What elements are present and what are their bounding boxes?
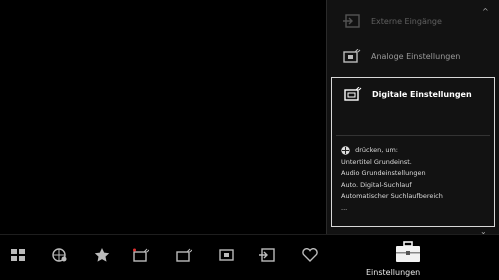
hint-row: drücken, um: (341, 145, 443, 157)
option-auto-scan: Auto. Digital-Suchlauf (341, 180, 412, 189)
menu-item-label: Externe Eingänge (371, 16, 442, 26)
option-scan-range: Automatischer Suchlaufbereich (341, 192, 443, 200)
globe-icon[interactable] (52, 248, 68, 262)
toolbox-icon[interactable] (395, 241, 421, 263)
menu-item-digital-settings[interactable]: Digitale Einstellungen drücken, um: Unte… (331, 77, 495, 227)
home-menu-bar (0, 236, 499, 280)
bottom-bar-divider (0, 234, 499, 235)
menu-item-label: Analoge Einstellungen (371, 51, 461, 61)
antenna-icon[interactable] (176, 248, 192, 262)
apps-icon[interactable] (10, 248, 26, 262)
input-icon (343, 14, 361, 28)
analog-tv-icon (343, 49, 361, 63)
screen-icon[interactable] (219, 248, 235, 262)
options-list: drücken, um: Untertitel Grundeinst. Audi… (341, 145, 443, 214)
divider (336, 135, 490, 136)
selected-category-label: Einstellungen (366, 268, 421, 277)
menu-item-external-inputs[interactable]: Externe Eingänge (327, 2, 499, 40)
options-button-icon (341, 145, 350, 155)
menu-item-label: Digitale Einstellungen (372, 89, 472, 99)
settings-menu-panel: ^ Externe Eingänge Analoge Einstellungen… (326, 0, 499, 234)
hint-text: drücken, um: (355, 146, 398, 154)
input-icon[interactable] (259, 248, 275, 262)
menu-item-analog-settings[interactable]: Analoge Einstellungen (327, 37, 499, 75)
digital-tv-icon (344, 87, 362, 101)
heart-icon[interactable] (302, 248, 318, 262)
star-icon[interactable] (94, 248, 110, 262)
option-audio: Audio Grundeinstellungen (341, 169, 426, 177)
option-subtitle: Untertitel Grundeinst. (341, 157, 412, 166)
tv-antenna-icon[interactable] (133, 248, 149, 262)
option-more: ... (341, 203, 348, 212)
